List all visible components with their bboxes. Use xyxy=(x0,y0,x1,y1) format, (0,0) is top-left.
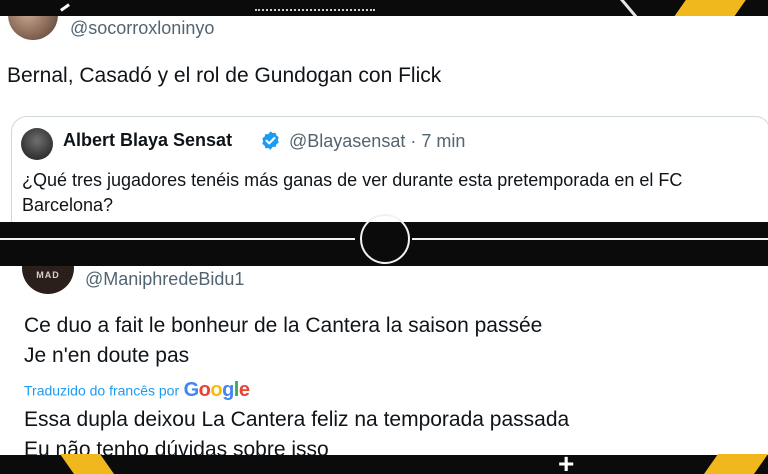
username-handle[interactable]: @ManiphredeBidu1 xyxy=(85,269,244,290)
quoted-avatar[interactable] xyxy=(21,128,53,160)
dotted-divider xyxy=(255,9,375,11)
google-letter: o xyxy=(198,379,211,401)
tweet-text: Bernal, Casadó y el rol de Gundogan con … xyxy=(7,64,442,87)
avatar[interactable]: MAD xyxy=(22,266,74,294)
avatar[interactable] xyxy=(8,16,58,40)
quoted-display-name[interactable]: Albert Blaya Sensat xyxy=(63,130,232,151)
quoted-handle-time: @Blayasensat · 7 min xyxy=(289,131,466,151)
translation-text-line-2: Eu não tenho dúvidas sobre isso xyxy=(24,438,329,455)
center-circle-decoration xyxy=(360,214,410,264)
google-letter: G xyxy=(183,379,200,401)
plus-icon: + xyxy=(558,448,575,474)
quoted-tweet[interactable]: Albert Blaya Sensat @Blayasensat · 7 min… xyxy=(11,116,768,222)
translation-text-line-1: Essa dupla deixou La Cantera feliz na te… xyxy=(24,408,570,431)
tweet-card-top[interactable]: @socorroxloninyo Bernal, Casadó y el rol… xyxy=(0,16,768,222)
google-letter: e xyxy=(238,379,250,401)
google-logo: Google xyxy=(184,379,250,401)
tweet-text-line-2: Je n'en doute pas xyxy=(24,344,190,367)
tweet-card-bottom[interactable]: MAD @ManiphredeBidu1 Ce duo a fait le bo… xyxy=(0,266,768,455)
username-handle[interactable]: @socorroxloninyo xyxy=(70,18,214,39)
tweet-text-line-1: Ce duo a fait le bonheur de la Cantera l… xyxy=(24,314,543,337)
google-letter: g xyxy=(222,379,234,401)
translation-attribution[interactable]: Traduzido do francês por Google xyxy=(24,379,250,403)
divider-line-right xyxy=(412,238,768,240)
divider-line-left xyxy=(0,238,355,240)
bottom-frame-bar xyxy=(0,455,768,474)
avatar-text: MAD xyxy=(36,270,60,280)
translated-by-label[interactable]: Traduzido do francês por xyxy=(24,383,179,399)
verified-badge-icon xyxy=(262,131,279,150)
quoted-tweet-text: ¿Qué tres jugadores tenéis más ganas de … xyxy=(22,170,683,215)
google-letter: o xyxy=(210,379,223,401)
top-frame-bar xyxy=(0,0,768,16)
